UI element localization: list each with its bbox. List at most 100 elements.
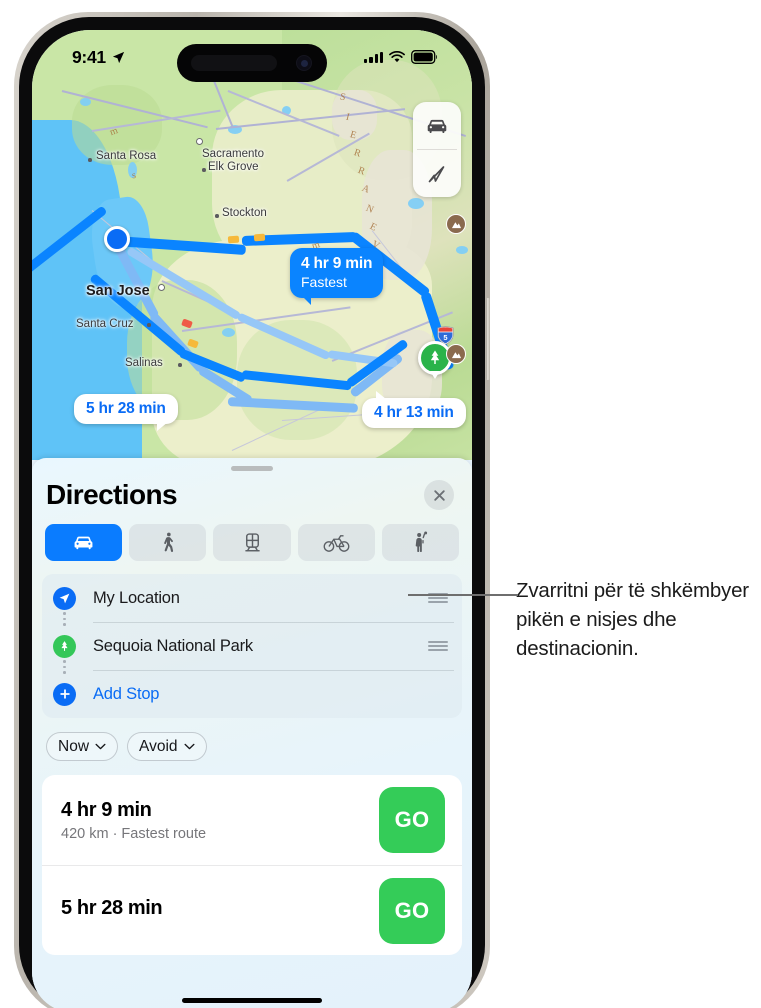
tab-mode-drive[interactable] (45, 524, 123, 561)
car-icon (427, 119, 447, 133)
waypoint-label-destination: Sequoia National Park (93, 636, 253, 655)
transit-train-icon (244, 533, 260, 552)
map-poi-park-marker[interactable] (446, 214, 466, 234)
add-stop-label: Add Stop (93, 684, 160, 703)
chevron-down-icon (95, 743, 106, 750)
tab-mode-walk[interactable] (129, 524, 207, 561)
route-callout-tertiary[interactable]: 5 hr 28 min (74, 394, 178, 431)
waypoint-row-origin[interactable]: My Location (42, 574, 462, 622)
dynamic-island (177, 44, 327, 82)
bicycle-icon (323, 535, 350, 552)
page-title: Directions (46, 479, 178, 510)
route-callout-duration: 5 hr 28 min (86, 400, 166, 417)
speaker-slot (191, 55, 277, 71)
route-callout-duration: 4 hr 13 min (374, 404, 454, 421)
route-option-duration: 5 hr 28 min (61, 897, 163, 919)
mountain-icon (451, 221, 461, 228)
front-camera-lens (296, 55, 312, 71)
tab-mode-ride[interactable] (381, 524, 460, 561)
svg-text:5: 5 (443, 333, 447, 342)
tree-icon (430, 350, 440, 364)
departure-time-chip[interactable]: Now (46, 732, 119, 761)
route-option-text: 4 hr 9 min 420 km · Fastest route (61, 799, 206, 842)
city-dot-santa-cruz (147, 323, 151, 327)
city-label-santa-rosa: Santa Rosa (96, 150, 157, 162)
close-button[interactable] (424, 480, 454, 510)
callout-tail (156, 422, 168, 431)
map-lake (408, 198, 424, 209)
location-arrow-icon (428, 165, 445, 182)
location-arrow-icon (112, 51, 124, 63)
map-lake (456, 246, 468, 254)
walk-icon (164, 532, 174, 553)
city-label-stockton: Stockton (222, 207, 267, 219)
city-dot-salinas (178, 363, 182, 367)
map-mode-driving-button[interactable] (413, 102, 461, 149)
route-option-row[interactable]: 5 hr 28 min GO (42, 865, 462, 955)
wifi-icon (389, 50, 405, 62)
avoid-options-chip[interactable]: Avoid (127, 732, 207, 761)
city-ring-sacramento (196, 138, 203, 145)
my-location-dot[interactable] (104, 226, 130, 252)
map-lake (80, 98, 91, 106)
map-recenter-button[interactable] (413, 150, 461, 197)
callout-tail (302, 296, 311, 305)
location-arrow-icon (53, 586, 76, 610)
callout-tail (376, 391, 386, 399)
status-bar-time-group: 9:41 (72, 47, 126, 68)
close-icon (433, 489, 445, 501)
status-bar-time: 9:41 (72, 46, 106, 67)
route-option-duration: 4 hr 9 min (61, 798, 152, 821)
plus-icon (53, 682, 76, 706)
map-control-stack (413, 102, 461, 197)
route-callout-note: Fastest (301, 274, 347, 290)
go-button[interactable]: GO (379, 787, 445, 853)
car-icon (74, 536, 93, 550)
annotation-text: Zvarritni për të shkëmbyer pikën e nisje… (516, 579, 749, 660)
battery-icon (411, 50, 438, 64)
city-ring-san-jose (158, 284, 165, 291)
waypoint-label-origin: My Location (93, 588, 180, 607)
home-indicator[interactable] (182, 998, 322, 1003)
tab-mode-cycle[interactable] (297, 524, 375, 561)
city-label-salinas: Salinas (125, 357, 163, 369)
city-dot-santa-rosa (88, 158, 92, 162)
waypoints-card: My Location Sequoia National Park Add St… (42, 574, 462, 718)
map-poi-park-marker[interactable] (446, 344, 466, 364)
map-canvas[interactable]: 5 S I E R R A N E V m s m Santa Rosa Sac… (32, 30, 472, 460)
route-options-card: 4 hr 9 min 420 km · Fastest route GO 5 h… (42, 775, 462, 955)
tree-icon (53, 634, 76, 658)
cellular-bars-icon (364, 51, 383, 63)
mountain-icon (451, 351, 461, 358)
phone-screen: 5 S I E R R A N E V m s m Santa Rosa Sac… (32, 30, 472, 1008)
map-traffic-marker (227, 235, 240, 244)
route-option-row[interactable]: 4 hr 9 min 420 km · Fastest route GO (42, 775, 462, 865)
route-callout-secondary[interactable]: 4 hr 13 min (362, 391, 466, 428)
phone-side-button[interactable] (486, 298, 490, 380)
tab-mode-transit[interactable] (213, 524, 291, 561)
city-label-santa-cruz: Santa Cruz (76, 318, 134, 330)
city-label-san-jose: San Jose (86, 283, 150, 299)
screenshot-root: 5 S I E R R A N E V m s m Santa Rosa Sac… (0, 0, 761, 1008)
transport-mode-row (32, 511, 472, 561)
route-option-detail: 420 km · Fastest route (61, 825, 207, 842)
sheet-header: Directions (32, 471, 472, 511)
filter-chip-row: Now Avoid (32, 718, 472, 761)
map-lake (222, 328, 235, 337)
city-label-elk-grove: Elk Grove (208, 161, 259, 173)
route-option-text: 5 hr 28 min (61, 897, 163, 924)
chevron-down-icon (183, 743, 195, 750)
route-callout-primary[interactable]: 4 hr 9 min Fastest (290, 248, 384, 305)
rideshare-person-icon (415, 531, 427, 553)
map-traffic-marker (253, 233, 266, 242)
waypoint-drag-handle-destination[interactable] (428, 640, 448, 652)
departure-time-label: Now (58, 737, 90, 755)
city-label-sacramento: Sacramento (202, 148, 265, 160)
waypoint-row-destination[interactable]: Sequoia National Park (42, 622, 462, 670)
go-button[interactable]: GO (379, 877, 445, 944)
waypoint-row-add-stop[interactable]: Add Stop (42, 670, 462, 718)
route-callout-duration: 4 hr 9 min (301, 255, 373, 272)
city-dot-elk-grove (202, 168, 206, 172)
city-dot-stockton (215, 214, 219, 218)
status-bar-indicators (364, 50, 438, 64)
